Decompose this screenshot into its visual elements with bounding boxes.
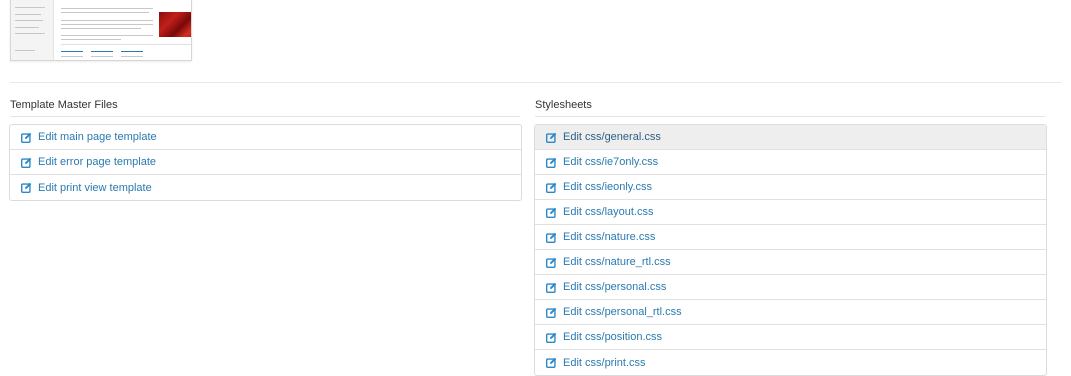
- link-label: Edit css/print.css: [563, 356, 646, 369]
- edit-icon: [546, 132, 557, 143]
- link-label: Edit main page template: [38, 131, 157, 143]
- template-edit-link[interactable]: Edit main page template: [10, 125, 521, 150]
- section-divider: [10, 82, 1061, 83]
- stylesheet-edit-link[interactable]: Edit css/ieonly.css: [535, 175, 1046, 200]
- stylesheet-edit-link[interactable]: Edit css/nature_rtl.css: [535, 250, 1046, 275]
- link-label: Edit css/nature_rtl.css: [563, 256, 671, 268]
- template-edit-link[interactable]: Edit error page template: [10, 150, 521, 175]
- stylesheets-list: Edit css/general.css Edit css/ie7only.css…: [534, 124, 1047, 376]
- stylesheet-edit-link[interactable]: Edit css/personal.css: [535, 275, 1046, 300]
- link-label: Edit css/general.css: [563, 131, 661, 143]
- stylesheet-edit-link[interactable]: Edit css/ie7only.css: [535, 150, 1046, 175]
- stylesheet-edit-link[interactable]: Edit css/nature.css: [535, 225, 1046, 250]
- link-label: Edit css/nature.css: [563, 231, 656, 243]
- template-master-heading: Template Master Files: [10, 99, 118, 111]
- edit-icon: [21, 182, 32, 193]
- template-master-rule: [10, 116, 520, 117]
- link-label: Edit css/personal.css: [563, 281, 667, 293]
- edit-icon: [546, 207, 557, 218]
- stylesheet-edit-link[interactable]: Edit css/general.css: [535, 125, 1046, 150]
- template-preview-thumbnail: [10, 0, 192, 61]
- preview-sidebar: [11, 0, 54, 60]
- link-label: Edit css/personal_rtl.css: [563, 306, 682, 318]
- edit-icon: [21, 157, 32, 168]
- stylesheet-edit-link[interactable]: Edit css/print.css: [535, 350, 1046, 375]
- stylesheet-edit-link[interactable]: Edit css/personal_rtl.css: [535, 300, 1046, 325]
- template-master-list: Edit main page template Edit error page t…: [9, 124, 522, 201]
- preview-image: [159, 12, 191, 37]
- link-label: Edit css/ieonly.css: [563, 181, 653, 193]
- edit-icon: [546, 357, 557, 368]
- stylesheet-edit-link[interactable]: Edit css/position.css: [535, 325, 1046, 350]
- link-label: Edit css/ie7only.css: [563, 156, 659, 168]
- edit-icon: [546, 232, 557, 243]
- edit-icon: [546, 257, 557, 268]
- stylesheet-edit-link[interactable]: Edit css/layout.css: [535, 200, 1046, 225]
- stylesheets-heading: Stylesheets: [535, 99, 592, 111]
- link-label: Edit css/layout.css: [563, 206, 654, 218]
- edit-icon: [21, 132, 32, 143]
- edit-icon: [546, 157, 557, 168]
- link-label: Edit error page template: [38, 156, 157, 168]
- edit-icon: [546, 282, 557, 293]
- edit-icon: [546, 332, 557, 343]
- link-label: Edit print view template: [38, 181, 152, 194]
- edit-icon: [546, 182, 557, 193]
- edit-icon: [546, 307, 557, 318]
- stylesheets-rule: [535, 116, 1045, 117]
- link-label: Edit css/position.css: [563, 331, 663, 343]
- template-edit-link[interactable]: Edit print view template: [10, 175, 521, 200]
